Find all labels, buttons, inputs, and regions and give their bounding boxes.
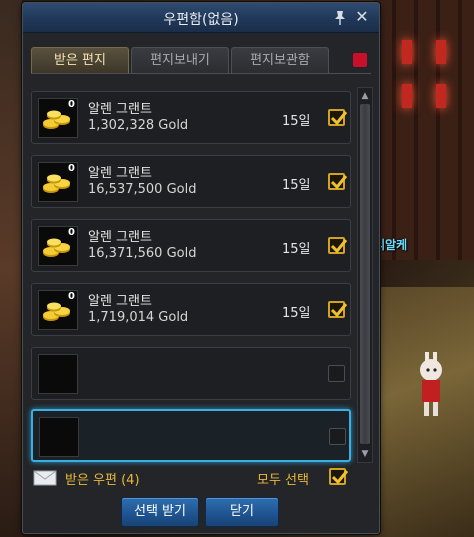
- gold-attachment-icon: 0: [38, 290, 78, 330]
- mail-sender: 알렌 그랜트: [88, 294, 152, 309]
- mail-alert-icon[interactable]: [353, 53, 367, 67]
- checkmark-icon: [331, 470, 349, 485]
- mail-sender: 알렌 그랜트: [88, 166, 152, 181]
- background-character-left: [0, 0, 22, 537]
- mail-days-left: 15일: [282, 306, 311, 321]
- mail-select-checkbox[interactable]: [329, 428, 346, 445]
- mail-gold-amount: 1,719,014 Gold: [88, 310, 189, 325]
- close-button[interactable]: 닫기: [205, 497, 279, 527]
- mail-sender: 알렌 그랜트: [88, 102, 152, 117]
- pin-icon[interactable]: [333, 10, 347, 26]
- receive-selected-button[interactable]: 선택 받기: [121, 497, 199, 527]
- close-icon[interactable]: ✕: [353, 8, 371, 26]
- mail-select-checkbox[interactable]: [328, 365, 345, 382]
- title-bar[interactable]: 우편함(없음) ✕: [23, 3, 379, 33]
- mail-row[interactable]: 0 알렌 그랜트 1,302,328 Gold 15일: [31, 91, 351, 144]
- mail-list-scrollbar[interactable]: ▲ ▼: [357, 87, 373, 463]
- checkmark-icon: [330, 303, 348, 318]
- received-mail-count: 받은 우편 (4): [65, 473, 140, 488]
- mail-select-checkbox[interactable]: [328, 237, 348, 254]
- mail-gold-amount: 1,302,328 Gold: [88, 118, 189, 133]
- checkmark-icon: [330, 175, 348, 190]
- gold-attachment-icon: 0: [38, 162, 78, 202]
- scroll-up-arrow-icon[interactable]: ▲: [359, 90, 371, 102]
- mail-gold-amount: 16,537,500 Gold: [88, 182, 197, 197]
- mail-select-checkbox[interactable]: [328, 109, 348, 126]
- empty-item-slot: [39, 417, 79, 457]
- background-lamp: [436, 40, 446, 64]
- mail-row[interactable]: 0 알렌 그랜트 16,371,560 Gold 15일: [31, 219, 351, 272]
- select-all-label[interactable]: 모두 선택: [257, 469, 309, 488]
- attachment-count: 0: [68, 163, 75, 174]
- checkmark-icon: [330, 111, 348, 126]
- mail-days-left: 15일: [282, 242, 311, 257]
- mail-row[interactable]: 0 알렌 그랜트 16,537,500 Gold 15일: [31, 155, 351, 208]
- player-character[interactable]: [412, 350, 450, 420]
- gold-coins-icon: [43, 174, 70, 193]
- select-all-checkbox[interactable]: [329, 468, 349, 485]
- background-wall: [374, 0, 474, 260]
- attachment-count: 0: [68, 99, 75, 110]
- gold-attachment-icon: 0: [38, 226, 78, 266]
- mail-select-checkbox[interactable]: [328, 173, 348, 190]
- tab-send-mail[interactable]: 편지보내기: [131, 47, 229, 73]
- mail-select-checkbox[interactable]: [328, 301, 348, 318]
- mail-row[interactable]: 0 알렌 그랜트 1,719,014 Gold 15일: [31, 283, 351, 336]
- background-lamp: [402, 40, 412, 64]
- tab-divider: [31, 73, 371, 74]
- empty-mail-slot-selected[interactable]: [31, 409, 351, 462]
- gold-coins-icon: [43, 302, 70, 321]
- window-title: 우편함(없음): [163, 12, 239, 28]
- background-lamp: [402, 84, 412, 108]
- checkmark-icon: [330, 239, 348, 254]
- gold-coins-icon: [43, 238, 70, 257]
- gold-coins-icon: [43, 110, 70, 129]
- mail-gold-amount: 16,371,560 Gold: [88, 246, 197, 261]
- mail-days-left: 15일: [282, 114, 311, 129]
- gold-attachment-icon: 0: [38, 98, 78, 138]
- empty-item-slot: [38, 354, 78, 394]
- mail-sender: 알렌 그랜트: [88, 230, 152, 245]
- tab-mail-archive[interactable]: 편지보관함: [231, 47, 329, 73]
- scroll-thumb[interactable]: [360, 104, 370, 444]
- mailbox-window: 우편함(없음) ✕ 받은 편지 편지보내기 편지보관함 0 알렌 그랜트 1,3…: [22, 2, 380, 534]
- attachment-count: 0: [68, 291, 75, 302]
- mail-days-left: 15일: [282, 178, 311, 193]
- attachment-count: 0: [68, 227, 75, 238]
- empty-mail-slot[interactable]: [31, 347, 351, 400]
- scroll-down-arrow-icon[interactable]: ▼: [359, 448, 371, 460]
- tab-received-mail[interactable]: 받은 편지: [31, 47, 129, 73]
- envelope-icon: [33, 470, 57, 486]
- background-lamp: [436, 84, 446, 108]
